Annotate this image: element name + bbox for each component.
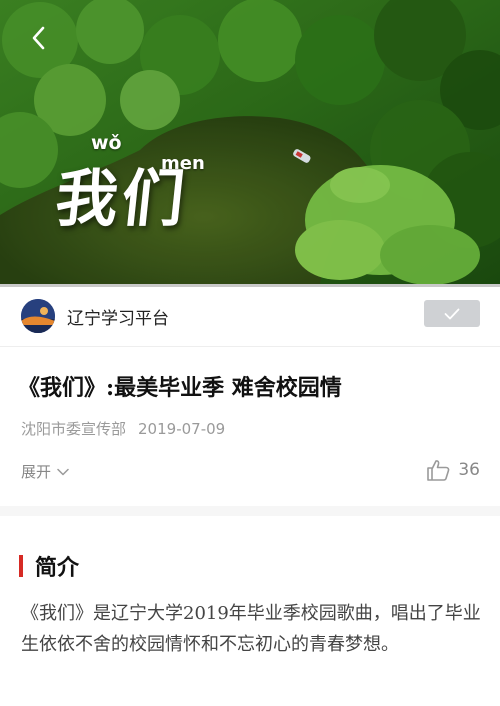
expand-button[interactable]: 展开	[21, 461, 69, 482]
chevron-left-icon	[32, 26, 45, 50]
article-title: 《我们》:最美毕业季 难舍校园情	[18, 375, 342, 401]
avatar-image	[21, 299, 55, 333]
article-date: 2019-07-09	[138, 420, 226, 438]
back-button[interactable]	[22, 20, 54, 56]
section-divider	[0, 506, 500, 516]
video-frame	[0, 0, 500, 284]
like-count: 36	[458, 460, 480, 480]
channel-name[interactable]: 辽宁学习平台	[67, 304, 169, 329]
thumbs-up-icon	[427, 460, 450, 481]
intro-heading-text: 简介	[35, 555, 80, 581]
channel-bar: 辽宁学习平台	[0, 287, 500, 347]
article-source[interactable]: 沈阳市委宣传部	[21, 420, 126, 438]
intro-heading: 简介	[19, 550, 79, 582]
video-player[interactable]: wǒ men 我们	[0, 0, 500, 284]
video-title-calligraphy: 我们	[52, 162, 192, 235]
checkmark-icon	[444, 308, 460, 319]
chevron-down-icon	[57, 468, 69, 475]
follow-button[interactable]	[424, 300, 480, 327]
like-button[interactable]: 36	[426, 459, 480, 481]
pinyin-wo: wǒ	[91, 132, 122, 154]
channel-avatar[interactable]	[21, 299, 55, 333]
expand-label: 展开	[21, 463, 52, 481]
article-meta: 沈阳市委宣传部 2019-07-09	[21, 418, 225, 439]
heading-accent-bar	[19, 555, 23, 577]
intro-text: 《我们》是辽宁大学2019年毕业季校园歌曲，唱出了毕业生依依不舍的校园情怀和不忘…	[21, 603, 481, 655]
